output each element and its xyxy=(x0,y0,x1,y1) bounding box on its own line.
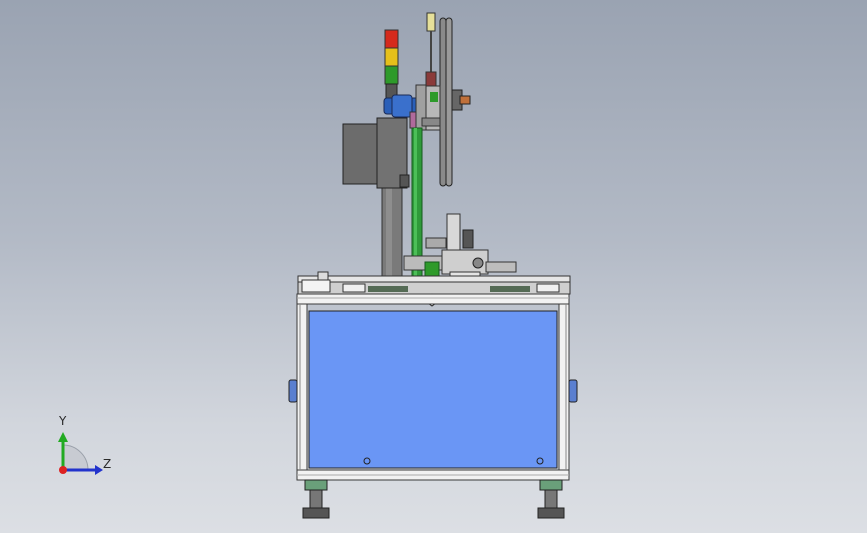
cad-viewport[interactable]: Y Z xyxy=(0,0,867,533)
coordinate-triad[interactable] xyxy=(58,432,103,475)
top-needle xyxy=(425,12,437,91)
control-box xyxy=(342,117,410,281)
leveling-feet xyxy=(302,479,565,519)
reel xyxy=(439,17,471,187)
blue-panel xyxy=(308,310,558,469)
z-axis-label: Z xyxy=(103,457,112,471)
green-rod xyxy=(411,127,423,299)
y-axis-label: Y xyxy=(59,414,67,428)
machine-model[interactable] xyxy=(0,0,867,533)
x-axis-dot xyxy=(59,466,67,474)
